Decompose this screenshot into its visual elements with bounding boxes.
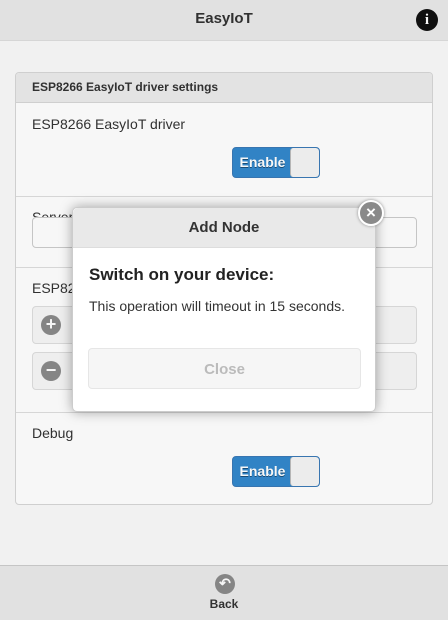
close-icon[interactable]: × xyxy=(358,200,384,226)
dialog-message: This operation will timeout in 15 second… xyxy=(89,298,346,314)
dialog-heading: Switch on your device: xyxy=(89,265,275,284)
dialog-close-button[interactable]: Close xyxy=(88,348,361,389)
add-node-dialog: Add Node Switch on your device: This ope… xyxy=(72,207,376,412)
dialog-title: Add Node xyxy=(73,208,375,248)
